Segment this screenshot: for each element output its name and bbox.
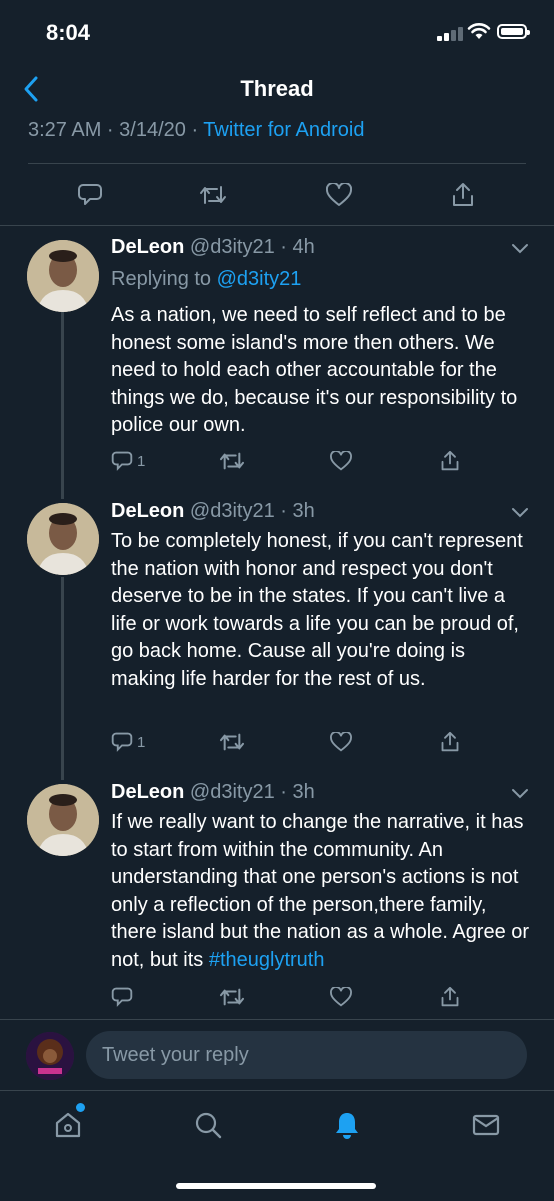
cellular-signal-icon [437,25,463,41]
user-handle: @d3ity21 · 3h [189,781,315,803]
tab-notifications[interactable] [327,1105,367,1145]
user-handle: @d3ity21 · 4h [189,236,315,258]
thread-line [61,312,64,499]
share-icon [441,986,459,1007]
retweet-button[interactable] [219,448,245,474]
user-handle: @d3ity21 · 3h [189,500,315,522]
share-icon [441,450,459,471]
heart-icon [326,183,352,206]
avatar[interactable] [27,503,99,575]
avatar-image [27,503,99,575]
status-time: 8:04 [46,20,91,45]
chevron-down-icon[interactable] [510,787,530,801]
like-button[interactable] [330,984,352,1010]
reply-count: 1 [137,452,146,470]
reply-icon [111,987,133,1007]
share-button[interactable] [446,178,480,212]
main-tweet-actions [0,170,554,220]
hashtag-link[interactable]: #theuglytruth [209,949,325,971]
reply-input[interactable]: Tweet your reply [86,1031,527,1079]
my-avatar[interactable] [26,1032,74,1080]
user-name[interactable]: DeLeon [111,781,184,803]
reply-button[interactable] [111,984,133,1010]
user-name[interactable]: DeLeon [111,236,184,258]
reply-button[interactable]: 1 [111,448,145,474]
tweet-header: DeLeon @d3ity21 · 3h [111,781,315,804]
my-avatar-image [26,1032,74,1080]
like-button[interactable] [330,448,352,474]
avatar[interactable] [27,784,99,856]
user-name[interactable]: DeLeon [111,500,184,522]
heart-icon [330,732,352,752]
retweet-icon [219,733,245,751]
tweet-header: DeLeon @d3ity21 · 3h [111,500,315,523]
chevron-down-icon[interactable] [510,242,530,256]
thread-line [61,577,64,780]
status-bar: 8:04 [0,0,554,64]
tweet-timestamp: 3:27 AM · 3/14/20 · [28,119,204,141]
replying-to-label: Replying to [111,268,217,290]
tweet-text: To be completely honest, if you can't re… [111,530,523,690]
heart-icon [330,987,352,1007]
search-icon [195,1112,222,1139]
tweet-text: As a nation, we need to self reflect and… [111,304,518,436]
retweet-icon [219,988,245,1006]
avatar-image [27,784,99,856]
reply-icon [111,732,133,752]
tweet-text-content: If we really want to change the narrativ… [111,811,530,971]
share-icon [441,731,459,752]
tweet-actions [111,984,471,1010]
divider [28,163,526,164]
reply-count: 1 [137,733,146,751]
avatar[interactable] [27,240,99,312]
retweet-button[interactable] [196,178,230,212]
home-indicator [176,1183,376,1189]
nav-bar: Thread [0,64,554,114]
retweet-icon [219,452,245,470]
divider [0,225,554,226]
reply-button[interactable]: 1 [111,729,145,755]
heart-icon [330,451,352,471]
chevron-down-icon[interactable] [510,506,530,520]
mail-icon [472,1114,500,1136]
reply-button[interactable] [73,178,107,212]
divider [0,1019,554,1020]
share-button[interactable] [440,448,460,474]
tweet-actions: 1 [111,448,471,474]
bell-icon [336,1113,358,1139]
share-icon [453,183,473,206]
wifi-icon [467,23,491,39]
tab-search[interactable] [188,1105,228,1145]
reply-icon [78,184,102,205]
tweet-actions: 1 [111,729,471,755]
tweet-text: If we really want to change the narrativ… [111,809,531,974]
tweet-source-link[interactable]: Twitter for Android [203,119,364,141]
tweet-header: DeLeon @d3ity21 · 4h [111,236,315,259]
tab-messages[interactable] [466,1105,506,1145]
retweet-icon [200,186,226,204]
like-button[interactable] [330,729,352,755]
reply-icon [111,451,133,471]
reply-composer: Tweet your reply [0,1022,554,1090]
share-button[interactable] [440,729,460,755]
avatar-image [27,240,99,312]
tab-bar [0,1090,554,1201]
battery-icon [497,24,530,39]
like-button[interactable] [322,178,356,212]
home-icon [55,1112,81,1138]
retweet-button[interactable] [219,729,245,755]
retweet-button[interactable] [219,984,245,1010]
share-button[interactable] [440,984,460,1010]
replying-to: Replying to @d3ity21 [111,268,301,291]
page-title: Thread [240,76,314,101]
mention-link[interactable]: @d3ity21 [217,268,302,290]
notification-dot [76,1103,85,1112]
tweet-meta: 3:27 AM · 3/14/20 · Twitter for Android [28,119,364,142]
